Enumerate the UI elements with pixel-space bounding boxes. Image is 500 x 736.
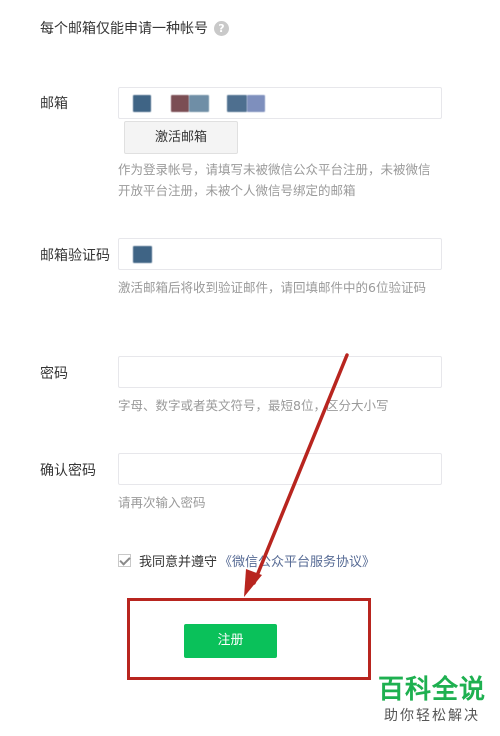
watermark-sub: 助你轻松解决	[384, 708, 480, 724]
verify-code-hint: 激活邮箱后将收到验证邮件，请回填邮件中的6位验证码	[118, 280, 426, 295]
confirm-password-hint: 请再次输入密码	[118, 495, 206, 510]
email-label: 邮箱	[40, 96, 68, 112]
register-button[interactable]: 注册	[184, 624, 277, 658]
watermark-logo: 百科全说 助你轻松解决	[377, 675, 487, 727]
arrow-head	[244, 569, 262, 597]
confirm-password-input[interactable]	[118, 453, 442, 485]
service-agreement-link[interactable]: 《微信公众平台服务协议》	[219, 551, 375, 570]
activate-email-button[interactable]: 激活邮箱	[124, 121, 238, 154]
password-label: 密码	[40, 366, 68, 382]
password-input[interactable]	[118, 356, 442, 388]
agreement-checkbox[interactable]	[118, 554, 131, 567]
password-hint: 字母、数字或者英文符号，最短8位，区分大小写	[118, 398, 389, 413]
redacted-text	[189, 95, 209, 112]
notice-text: 每个邮箱仅能申请一种帐号	[40, 21, 208, 37]
verify-code-input[interactable]	[118, 238, 442, 270]
redacted-text	[133, 95, 151, 112]
email-hint: 作为登录帐号，请填写未被微信公众平台注册，未被微信开放平台注册，未被个人微信号绑…	[118, 162, 431, 198]
email-input[interactable]	[118, 87, 442, 119]
help-icon[interactable]: ?	[214, 20, 229, 36]
watermark-main: 百科全说	[377, 675, 486, 705]
agreement-text: 我同意并遵守	[139, 555, 218, 570]
email-notice: 每个邮箱仅能申请一种帐号 ?	[40, 18, 229, 38]
agreement-row: 我同意并遵守 《微信公众平台服务协议》	[118, 551, 375, 570]
confirm-password-label: 确认密码	[40, 463, 96, 479]
redacted-text	[133, 246, 152, 263]
verify-code-label: 邮箱验证码	[40, 248, 110, 264]
redacted-text	[227, 95, 247, 112]
redacted-text	[171, 95, 189, 112]
redacted-text	[247, 95, 265, 112]
